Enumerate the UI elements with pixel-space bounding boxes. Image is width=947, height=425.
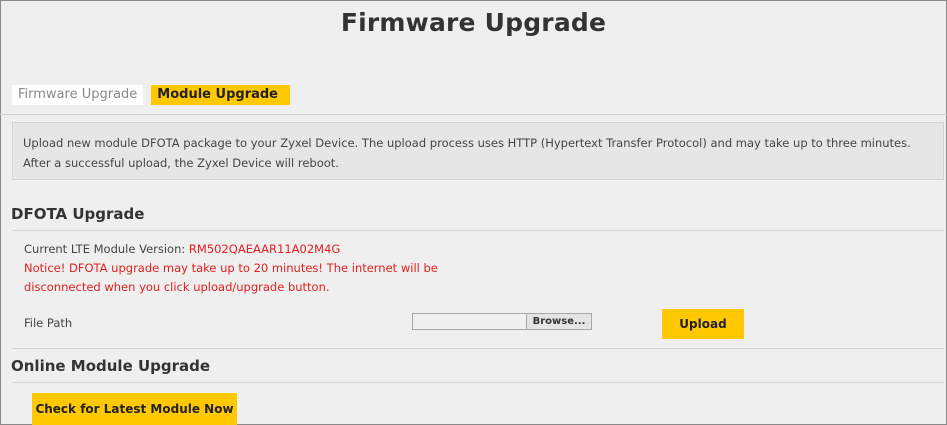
page-title: Firmware Upgrade (340, 8, 607, 37)
file-path-label: File Path (24, 316, 73, 330)
description-text: Upload new module DFOTA package to your … (23, 136, 911, 170)
online-divider-top (12, 348, 944, 349)
tab-divider (0, 114, 947, 115)
check-latest-module-button[interactable]: Check for Latest Module Now (32, 393, 237, 425)
online-divider (12, 382, 944, 383)
dfota-section-title: DFOTA Upgrade (11, 205, 145, 223)
file-path-value[interactable] (413, 314, 526, 329)
tab-module-upgrade[interactable]: Module Upgrade (151, 85, 290, 105)
module-version-line: Current LTE Module Version: RM502QAEAAR1… (24, 240, 340, 259)
dfota-divider (12, 230, 944, 231)
module-version-label: Current LTE Module Version: (24, 242, 189, 256)
upload-button[interactable]: Upload (662, 309, 744, 339)
module-version-value: RM502QAEAAR11A02M4G (188, 242, 341, 256)
dfota-notice: Notice! DFOTA upgrade may take up to 20 … (24, 261, 438, 294)
online-section-title: Online Module Upgrade (11, 357, 211, 375)
tab-bar: Firmware Upgrade Module Upgrade (12, 85, 290, 105)
description-box: Upload new module DFOTA package to your … (12, 122, 944, 180)
file-path-input[interactable]: Browse... (412, 313, 592, 330)
tab-firmware-upgrade[interactable]: Firmware Upgrade (12, 85, 144, 105)
browse-button[interactable]: Browse... (526, 314, 591, 329)
